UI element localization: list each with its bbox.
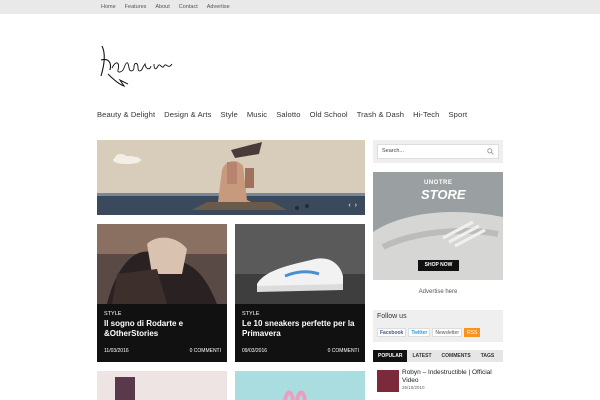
search-box: Search... — [373, 140, 503, 163]
post-thumbnail — [235, 224, 365, 304]
ad-brand-line1: UNOTRE — [424, 180, 453, 186]
follow-widget: Follow us Facebook Twitter Newsletter RS… — [373, 310, 503, 342]
nav-item-sport[interactable]: Sport — [449, 110, 468, 119]
topnav-home-link[interactable]: Home — [101, 4, 116, 10]
top-nav: Home Features About Contact Advertise — [101, 0, 230, 14]
slider-next-icon[interactable]: › — [355, 202, 357, 209]
newsletter-button[interactable]: Newsletter — [432, 328, 462, 337]
social-buttons: Facebook Twitter Newsletter RSS — [377, 328, 481, 337]
top-bar: Home Features About Contact Advertise — [0, 0, 600, 14]
popular-post-thumbnail — [377, 370, 399, 392]
slider-image — [97, 140, 365, 215]
post-date: 11/03/2016 — [104, 348, 129, 354]
search-icon[interactable] — [487, 148, 494, 155]
search-input[interactable]: Search... — [377, 144, 499, 159]
topnav-about-link[interactable]: About — [155, 4, 169, 10]
rss-button[interactable]: RSS — [464, 328, 481, 337]
sidebar-tabs: POPULAR LATEST COMMENTS TAGS — [373, 350, 503, 362]
advertise-link[interactable]: Advertise here — [373, 289, 503, 295]
post-card[interactable]: STYLE Il sogno di Rodarte e &OtherStorie… — [97, 224, 227, 362]
post-thumbnail — [235, 371, 365, 400]
post-card-partial[interactable] — [97, 371, 227, 400]
facebook-button[interactable]: Facebook — [377, 328, 407, 337]
tab-latest[interactable]: LATEST — [407, 350, 436, 362]
post-title[interactable]: Le 10 sneakers perfette per la Primavera — [242, 319, 362, 339]
nav-item-hi-tech[interactable]: Hi-Tech — [413, 110, 439, 119]
nav-item-trash-dash[interactable]: Trash & Dash — [357, 110, 404, 119]
post-title[interactable]: Il sogno di Rodarte e &OtherStories — [104, 319, 224, 339]
topnav-advertise-link[interactable]: Advertise — [207, 4, 230, 10]
popular-post[interactable]: Robyn – Indestructible | Official Video … — [377, 368, 503, 400]
ad-brand-line2: STORE — [421, 187, 466, 202]
tab-tags[interactable]: TAGS — [476, 350, 500, 362]
post-thumbnail — [97, 371, 227, 400]
popular-post-date: 26/10/2010 — [402, 385, 425, 390]
nav-item-design[interactable]: Design & Arts — [164, 110, 211, 119]
nav-item-music[interactable]: Music — [247, 110, 267, 119]
topnav-contact-link[interactable]: Contact — [179, 4, 198, 10]
tab-popular[interactable]: POPULAR — [373, 350, 408, 362]
tab-comments[interactable]: COMMENTS — [437, 350, 476, 362]
slider-prev-icon[interactable]: ‹ — [348, 202, 350, 209]
topnav-features-link[interactable]: Features — [125, 4, 147, 10]
nav-item-style[interactable]: Style — [220, 110, 237, 119]
twitter-button[interactable]: Twitter — [408, 328, 431, 337]
ad-banner[interactable]: UNOTRE STORE SHOP NOW — [373, 172, 503, 280]
popular-post-title[interactable]: Robyn – Indestructible | Official Video — [402, 369, 502, 384]
site-logo[interactable] — [98, 40, 178, 90]
post-comments[interactable]: 0 COMMENTI — [328, 348, 359, 354]
nav-item-salotto[interactable]: Salotto — [276, 110, 300, 119]
post-comments[interactable]: 0 COMMENTI — [190, 348, 221, 354]
featured-slider[interactable]: ‹ › — [97, 140, 365, 215]
post-card-partial[interactable] — [235, 371, 365, 400]
post-category: STYLE — [242, 311, 260, 317]
nav-item-old-school[interactable]: Old School — [310, 110, 348, 119]
follow-title: Follow us — [377, 313, 407, 320]
nav-item-beauty[interactable]: Beauty & Delight — [97, 110, 155, 119]
post-category: STYLE — [104, 311, 122, 317]
slider-arrows: ‹ › — [348, 202, 357, 209]
main-nav: Beauty & Delight Design & Arts Style Mus… — [97, 108, 467, 120]
post-card[interactable]: STYLE Le 10 sneakers perfette per la Pri… — [235, 224, 365, 362]
shop-now-button[interactable]: SHOP NOW — [418, 260, 459, 271]
post-date: 09/03/2016 — [242, 348, 268, 354]
post-thumbnail — [97, 224, 227, 304]
